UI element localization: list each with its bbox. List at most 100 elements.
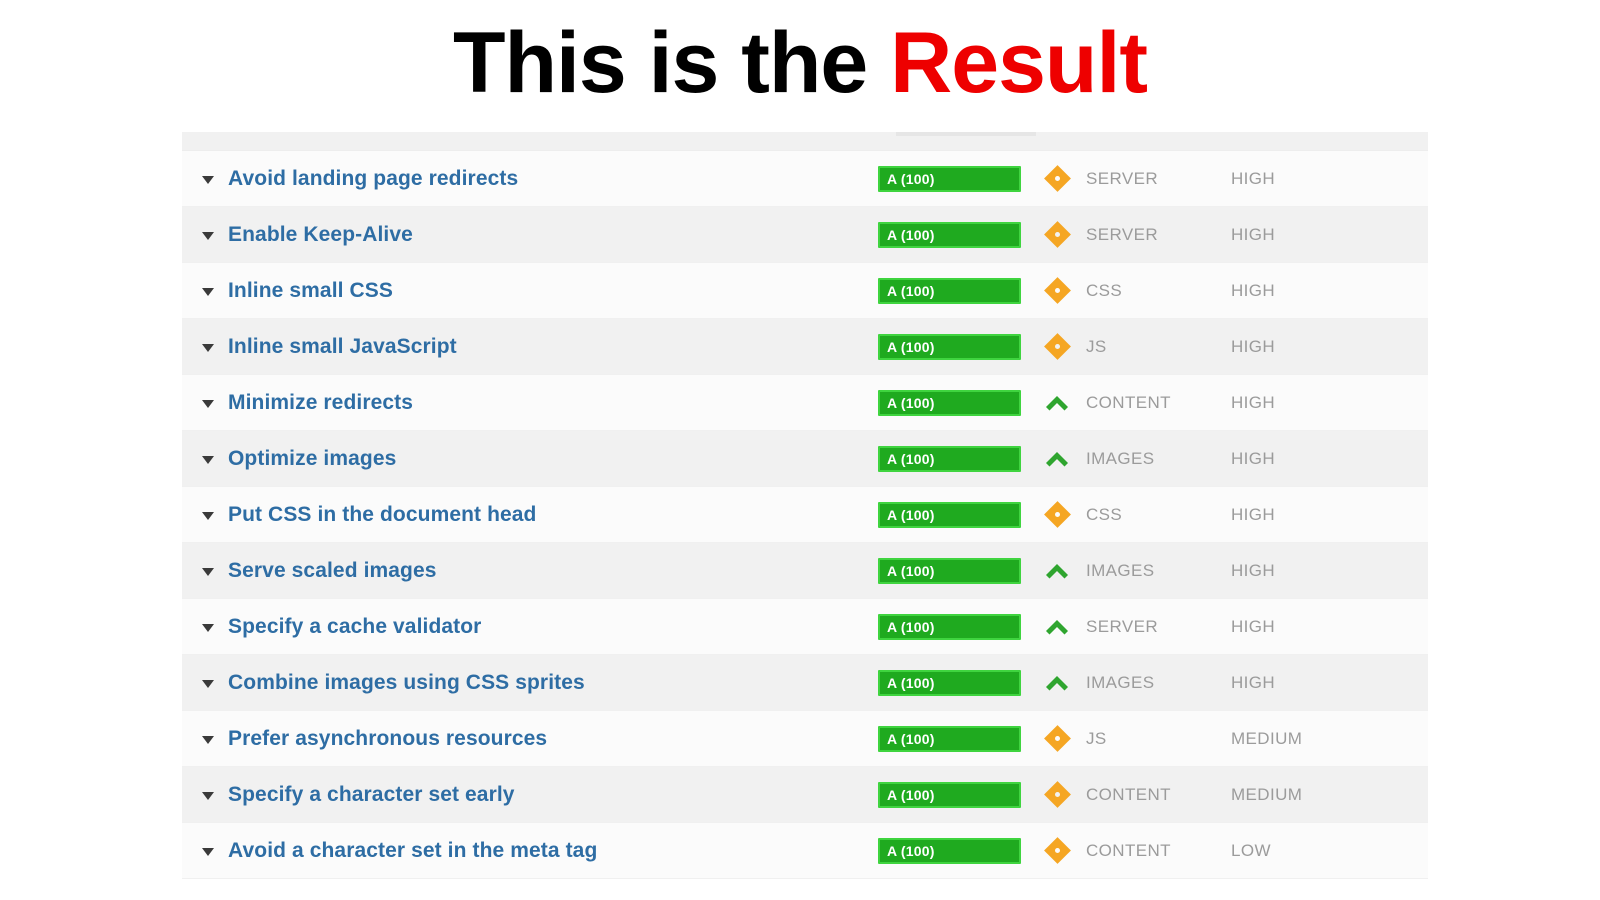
caret-down-icon[interactable] [202,228,215,241]
rule-name-link[interactable]: Combine images using CSS sprites [228,671,878,695]
rule-name-link[interactable]: Minimize redirects [228,391,878,415]
caret-down-icon[interactable] [202,676,215,689]
caret-down-icon[interactable] [202,844,215,857]
grade-label: A (100) [887,394,935,411]
caret-down-icon[interactable] [202,396,215,409]
category-label: IMAGES [1086,448,1155,468]
page-title-accent: Result [890,15,1148,111]
table-row[interactable]: Specify a character set early A (100) CO… [182,767,1428,823]
priority-label: HIGH [1231,616,1276,636]
trend-cell [1028,334,1086,359]
rule-name-link[interactable]: Specify a character set early [228,783,878,807]
grade-bar: A (100) [878,501,1021,528]
rule-name-link[interactable]: Inline small CSS [228,279,878,303]
rule-name-link[interactable]: Specify a cache validator [228,615,878,639]
table-row[interactable]: Enable Keep-Alive A (100) SERVER HIGH [182,207,1428,263]
table-row[interactable]: Inline small JavaScript A (100) JS HIGH [182,319,1428,375]
grade-label: A (100) [887,562,935,579]
table-row[interactable]: Prefer asynchronous resources A (100) JS… [182,711,1428,767]
rule-name-link[interactable]: Prefer asynchronous resources [228,727,878,751]
table-body: #diamond-0::after{background:#fbfbfb;}#d… [182,151,1428,879]
trend-cell [1028,782,1086,807]
results-table-region: #diamond-0::after{background:#fbfbfb;}#d… [0,132,1600,900]
caret-down-icon[interactable] [202,172,215,185]
diamond-icon[interactable] [1045,222,1070,247]
grade-cell: A (100) [878,669,1028,696]
grade-label: A (100) [887,842,935,859]
diamond-icon[interactable] [1045,838,1070,863]
priority-label: MEDIUM [1231,728,1303,748]
grade-bar: A (100) [878,725,1021,752]
caret-down-icon[interactable] [202,452,215,465]
diamond-icon[interactable] [1045,726,1070,751]
caret-down-icon[interactable] [202,564,215,577]
diamond-icon[interactable] [1045,334,1070,359]
priority-label: HIGH [1231,672,1276,692]
priority-label: HIGH [1231,224,1276,244]
trend-cell [1028,278,1086,303]
grade-cell: A (100) [878,221,1028,248]
grade-bar: A (100) [878,669,1021,696]
trend-cell [1028,166,1086,191]
category-label: IMAGES [1086,560,1155,580]
table-row[interactable]: Avoid a character set in the meta tag A … [182,823,1428,879]
table-row[interactable]: Combine images using CSS sprites A (100)… [182,655,1428,711]
priority-label: HIGH [1231,504,1276,524]
chevron-up-icon[interactable] [1044,392,1070,414]
chevron-up-icon[interactable] [1044,616,1070,638]
table-row[interactable]: Specify a cache validator A (100) SERVER… [182,599,1428,655]
table-row[interactable]: Avoid landing page redirects A (100) SER… [182,151,1428,207]
grade-label: A (100) [887,338,935,355]
trend-cell [1028,560,1086,582]
rule-name-link[interactable]: Avoid landing page redirects [228,167,878,191]
category-label: JS [1086,728,1107,748]
trend-cell [1028,838,1086,863]
priority-label: HIGH [1231,392,1276,412]
page-title-plain: This is the [452,15,891,111]
caret-down-icon[interactable] [202,284,215,297]
chevron-up-icon[interactable] [1044,672,1070,694]
category-label: SERVER [1086,616,1159,636]
chevron-up-icon[interactable] [1044,560,1070,582]
priority-label: HIGH [1231,280,1276,300]
diamond-icon[interactable] [1045,502,1070,527]
trend-cell [1028,616,1086,638]
grade-label: A (100) [887,170,935,187]
grade-label: A (100) [887,618,935,635]
rule-name-link[interactable]: Enable Keep-Alive [228,223,878,247]
category-label: CONTENT [1086,784,1171,804]
caret-down-icon[interactable] [202,788,215,801]
grade-cell: A (100) [878,501,1028,528]
grade-bar: A (100) [878,165,1021,192]
category-label: CSS [1086,280,1123,300]
caret-down-icon[interactable] [202,732,215,745]
grade-cell: A (100) [878,837,1028,864]
grade-label: A (100) [887,786,935,803]
rule-name-link[interactable]: Optimize images [228,447,878,471]
diamond-icon[interactable] [1045,278,1070,303]
grade-label: A (100) [887,282,935,299]
diamond-icon[interactable] [1045,782,1070,807]
category-label: CSS [1086,504,1123,524]
rule-name-link[interactable]: Inline small JavaScript [228,335,878,359]
table-row[interactable]: Serve scaled images A (100) IMAGES HIGH [182,543,1428,599]
diamond-icon[interactable] [1045,166,1070,191]
trend-cell [1028,672,1086,694]
page-title: This is the Result [453,20,1148,106]
table-row[interactable]: Optimize images A (100) IMAGES HIGH [182,431,1428,487]
performance-rules-table: #diamond-0::after{background:#fbfbfb;}#d… [182,132,1428,879]
caret-down-icon[interactable] [202,620,215,633]
rule-name-link[interactable]: Serve scaled images [228,559,878,583]
table-row[interactable]: Put CSS in the document head A (100) CSS… [182,487,1428,543]
rule-name-link[interactable]: Avoid a character set in the meta tag [228,839,878,863]
caret-down-icon[interactable] [202,340,215,353]
trend-cell [1028,222,1086,247]
grade-cell: A (100) [878,445,1028,472]
table-row[interactable]: Inline small CSS A (100) CSS HIGH [182,263,1428,319]
priority-label: LOW [1231,840,1271,860]
trend-cell [1028,392,1086,414]
table-row[interactable]: Minimize redirects A (100) CONTENT HIGH [182,375,1428,431]
rule-name-link[interactable]: Put CSS in the document head [228,503,878,527]
caret-down-icon[interactable] [202,508,215,521]
chevron-up-icon[interactable] [1044,448,1070,470]
